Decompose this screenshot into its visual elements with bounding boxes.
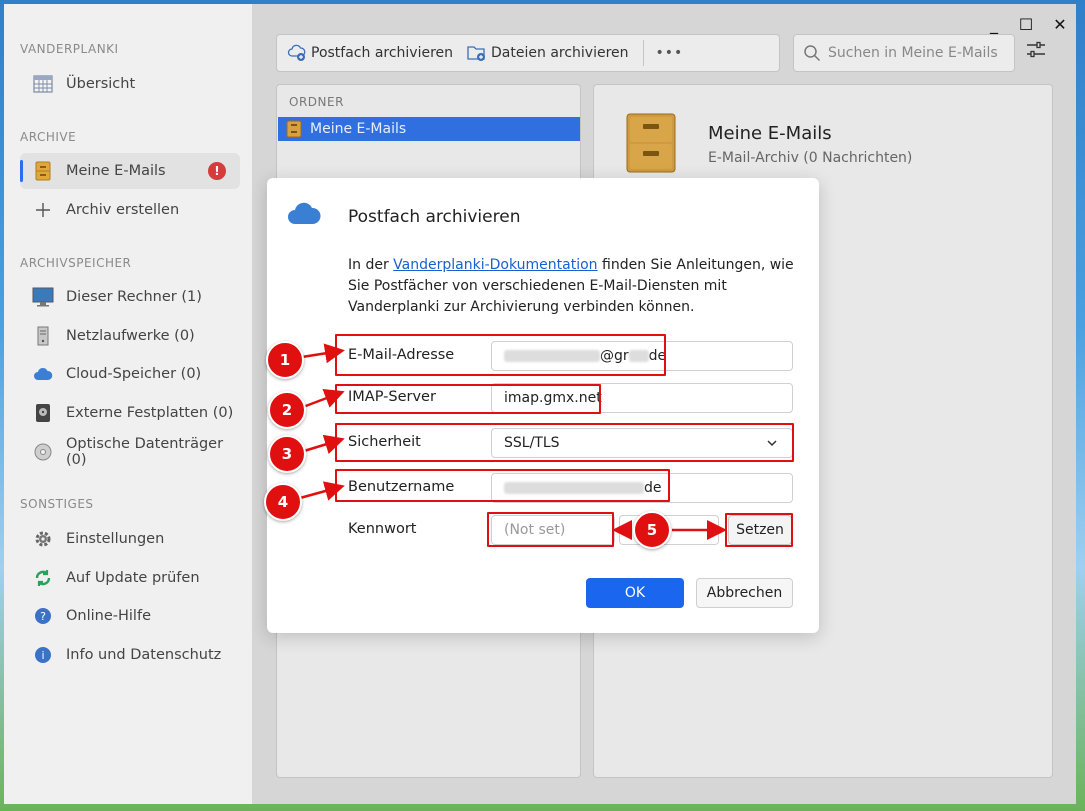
- archive-subtitle: E-Mail-Archiv (0 Nachrichten): [708, 150, 913, 166]
- section-heading-storage: ARCHIVSPEICHER: [20, 256, 132, 270]
- sidebar: VANDERPLANKI Übersicht ARCHIVE Meine E-M…: [4, 4, 252, 804]
- hard-drive-icon: [32, 402, 54, 424]
- annotation-number-4: 4: [264, 483, 302, 521]
- sidebar-item-label: Übersicht: [66, 76, 136, 92]
- sidebar-item-cloud-storage[interactable]: Cloud-Speicher (0): [20, 356, 240, 392]
- annotation-number-3: 3: [268, 435, 306, 473]
- sidebar-item-label: Einstellungen: [66, 531, 165, 547]
- imap-server-field[interactable]: imap.gmx.net: [491, 383, 793, 413]
- plus-icon: [32, 199, 54, 221]
- annotation-number-2: 2: [268, 391, 306, 429]
- sidebar-item-label: Externe Festplatten (0): [66, 405, 234, 421]
- sidebar-item-optical-media[interactable]: Optische Datenträger (0): [20, 434, 240, 470]
- folder-row-label: Meine E-Mails: [310, 121, 407, 137]
- help-icon: ?: [32, 605, 54, 627]
- section-heading-app: VANDERPLANKI: [20, 42, 119, 56]
- sidebar-item-my-emails[interactable]: Meine E-Mails !: [20, 153, 240, 189]
- minimize-button[interactable]: _: [982, 12, 1006, 36]
- cabinet-icon: [32, 160, 54, 182]
- folder-panel-header: ORDNER: [289, 95, 344, 109]
- cloud-icon: [32, 363, 54, 385]
- sidebar-item-settings[interactable]: Einstellungen: [20, 521, 240, 557]
- sidebar-item-this-computer[interactable]: Dieser Rechner (1): [20, 279, 240, 315]
- set-password-button[interactable]: Setzen: [728, 515, 792, 545]
- sidebar-item-network-drives[interactable]: Netzlaufwerke (0): [20, 318, 240, 354]
- archive-mailbox-dialog: Postfach archivieren In der Vanderplanki…: [267, 178, 819, 633]
- sidebar-item-label: Meine E-Mails: [66, 163, 166, 179]
- sidebar-item-check-update[interactable]: Auf Update prüfen: [20, 560, 240, 596]
- refresh-icon: [32, 567, 54, 589]
- close-button[interactable]: ✕: [1048, 12, 1072, 36]
- dialog-title: Postfach archivieren: [348, 207, 521, 227]
- sidebar-item-label: Optische Datenträger (0): [66, 436, 224, 468]
- folder-add-icon: [467, 43, 487, 63]
- sliders-icon: [1026, 41, 1046, 63]
- redacted-text: [504, 350, 600, 362]
- disc-icon: [32, 441, 54, 463]
- folder-row-my-emails[interactable]: Meine E-Mails: [278, 117, 580, 141]
- more-button[interactable]: •••: [656, 45, 684, 61]
- redacted-text: [504, 482, 644, 494]
- sidebar-item-label: Netzlaufwerke (0): [66, 328, 195, 344]
- dialog-description: In der Vanderplanki-Dokumentation finden…: [348, 257, 794, 315]
- svg-text:?: ?: [40, 610, 46, 623]
- sidebar-item-label: Online-Hilfe: [66, 608, 151, 624]
- archive-cabinet-icon: [626, 113, 676, 173]
- username-field[interactable]: de: [491, 473, 793, 503]
- cancel-button[interactable]: Abbrechen: [696, 578, 793, 608]
- sidebar-item-label: Archiv erstellen: [66, 202, 180, 218]
- calendar-grid-icon: [32, 73, 54, 95]
- active-indicator: [20, 160, 23, 182]
- cloud-add-icon: [287, 43, 307, 63]
- monitor-icon: [32, 286, 54, 308]
- password-label: Kennwort: [348, 521, 417, 537]
- archive-mailbox-button[interactable]: Postfach archivieren: [287, 43, 453, 63]
- password-field[interactable]: (Not set): [491, 515, 615, 545]
- filter-settings-button[interactable]: [1024, 40, 1048, 64]
- archive-mailbox-label: Postfach archivieren: [311, 45, 454, 61]
- sidebar-item-overview[interactable]: Übersicht: [20, 66, 240, 102]
- sidebar-item-label: Info und Datenschutz: [66, 647, 222, 663]
- email-field[interactable]: @gr de: [491, 341, 793, 371]
- security-select[interactable]: SSL/TLS: [491, 428, 793, 458]
- search-placeholder: Suchen in Meine E-Mails: [828, 45, 998, 61]
- annotation-number-5: 5: [633, 511, 671, 549]
- toolbar: Postfach archivieren Dateien archivieren…: [276, 34, 780, 72]
- svg-text:i: i: [41, 649, 44, 662]
- alert-icon: !: [208, 162, 226, 180]
- sidebar-item-label: Cloud-Speicher (0): [66, 366, 202, 382]
- sidebar-item-external-drives[interactable]: Externe Festplatten (0): [20, 395, 240, 431]
- ok-button[interactable]: OK: [586, 578, 684, 608]
- maximize-button[interactable]: ☐: [1014, 12, 1038, 36]
- annotation-number-1: 1: [266, 341, 304, 379]
- sidebar-item-label: Auf Update prüfen: [66, 570, 200, 586]
- info-icon: i: [32, 644, 54, 666]
- sidebar-item-online-help[interactable]: ? Online-Hilfe: [20, 598, 240, 634]
- gear-icon: [32, 528, 54, 550]
- search-icon: [802, 43, 822, 63]
- cloud-icon: [287, 202, 321, 226]
- toolbar-divider: [642, 40, 644, 66]
- documentation-link[interactable]: Vanderplanki-Dokumentation: [393, 257, 597, 273]
- archive-title: Meine E-Mails: [708, 123, 832, 144]
- search-input[interactable]: Suchen in Meine E-Mails: [793, 34, 1015, 72]
- sidebar-item-info-privacy[interactable]: i Info und Datenschutz: [20, 637, 240, 673]
- security-label: Sicherheit: [348, 434, 421, 450]
- chevron-down-icon: [766, 437, 778, 449]
- archive-files-button[interactable]: Dateien archivieren: [467, 43, 629, 63]
- sidebar-item-create-archive[interactable]: Archiv erstellen: [20, 192, 240, 228]
- section-heading-misc: SONSTIGES: [20, 497, 94, 511]
- email-label: E-Mail-Adresse: [348, 347, 455, 363]
- cabinet-icon: [286, 120, 302, 138]
- archive-files-label: Dateien archivieren: [491, 45, 629, 61]
- server-icon: [32, 325, 54, 347]
- sidebar-item-label: Dieser Rechner (1): [66, 289, 202, 305]
- section-heading-archive: ARCHIVE: [20, 130, 77, 144]
- imap-server-label: IMAP-Server: [348, 389, 436, 405]
- username-label: Benutzername: [348, 479, 455, 495]
- redacted-text: [628, 350, 649, 362]
